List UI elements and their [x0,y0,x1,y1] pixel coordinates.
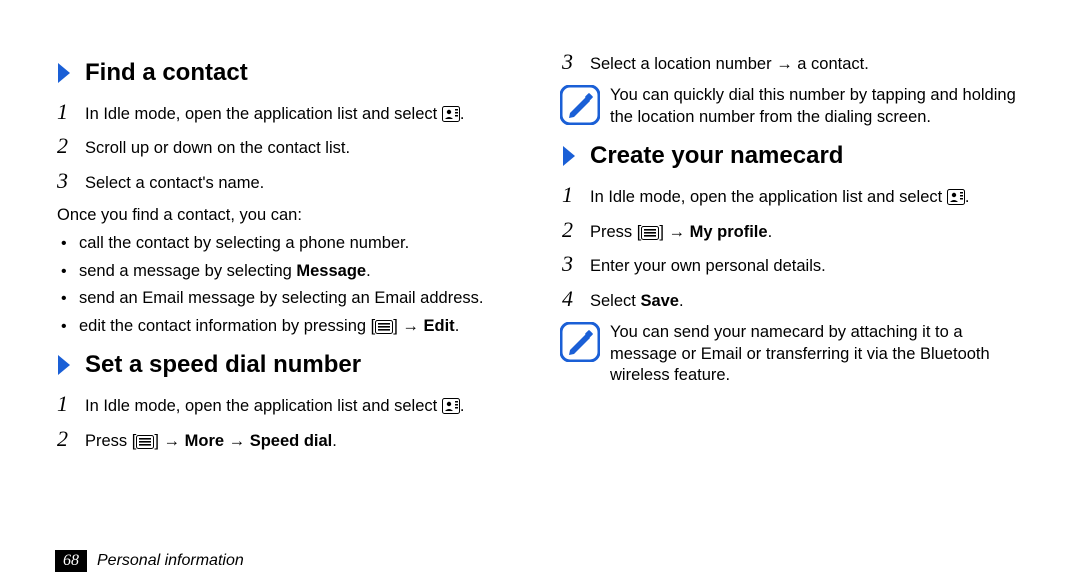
step-number: 3 [57,170,85,192]
step-1: 1 In Idle mode, open the application lis… [55,101,520,125]
text-run: ] → [154,432,184,450]
step-1r: 1 In Idle mode, open the application lis… [560,184,1025,208]
step-3r: 3 Select a location number → a contact. [560,51,1025,75]
text-run: In Idle mode, open the application list … [85,105,442,123]
chevron-icon [55,353,77,377]
heading-speed-dial: Set a speed dial number [55,351,520,379]
contacts-icon [947,189,965,205]
bold-text: Speed dial [250,432,333,450]
text-run: . [366,262,371,280]
chevron-icon [560,144,582,168]
step-text: Scroll up or down on the contact list. [85,138,350,159]
bullet-dot: • [61,290,79,308]
bullet: • call the contact by selecting a phone … [55,233,520,254]
text-run: . [455,317,460,335]
note-box: You can send your namecard by attaching … [560,322,1025,386]
step-number: 3 [562,51,590,73]
text-run: send a message by selecting [79,262,296,280]
section-title: Personal information [97,552,244,570]
text-run: edit the contact information by pressing… [79,317,375,335]
chevron-icon [55,61,77,85]
page-body: Find a contact 1 In Idle mode, open the … [0,0,1080,462]
bullet-text: send an Email message by selecting an Em… [79,288,483,309]
bold-text: My profile [690,223,768,241]
right-column: 3 Select a location number → a contact. … [560,45,1025,462]
step-number: 1 [57,101,85,123]
step-1b: 1 In Idle mode, open the application lis… [55,393,520,417]
step-3rr: 3 Enter your own personal details. [560,253,1025,277]
menu-icon [136,434,154,450]
text-run: Press [ [590,223,641,241]
bullet: • send an Email message by selecting an … [55,288,520,309]
text-run: . [332,432,337,450]
text-run: Press [ [85,432,136,450]
contacts-icon [442,106,460,122]
step-number: 4 [562,288,590,310]
bullet-dot: • [61,235,79,253]
bullet-text: send a message by selecting Message. [79,261,371,282]
step-number: 2 [57,428,85,450]
heading-namecard: Create your namecard [560,142,1025,170]
contacts-icon [442,398,460,414]
bullet-dot: • [61,263,79,281]
step-2b: 2 Press [ ] → More → Speed dial. [55,428,520,452]
step-2r: 2 Press [ ] → My profile. [560,219,1025,243]
left-column: Find a contact 1 In Idle mode, open the … [55,45,520,462]
note-text: You can quickly dial this number by tapp… [610,85,1025,128]
step-text: Press [ ] → More → Speed dial. [85,431,337,452]
step-number: 1 [57,393,85,415]
step-text: Select a location number → a contact. [590,54,869,75]
text-run: . [768,223,773,241]
step-text: In Idle mode, open the application list … [85,396,464,417]
text-run: → [224,432,250,450]
note-box: You can quickly dial this number by tapp… [560,85,1025,128]
step-text: Press [ ] → My profile. [590,222,772,243]
text-run: . [679,292,684,310]
page-number: 68 [55,550,87,572]
bullet: • edit the contact information by pressi… [55,316,520,337]
bullet-dot: • [61,318,79,336]
step-text: In Idle mode, open the application list … [85,104,464,125]
bold-text: More [185,432,224,450]
step-number: 3 [562,253,590,275]
bold-text: Edit [424,317,455,335]
text-run: ] → [659,223,689,241]
bold-text: Message [296,262,366,280]
step-2: 2 Scroll up or down on the contact list. [55,135,520,159]
step-text: Enter your own personal details. [590,256,826,277]
bullet-text: call the contact by selecting a phone nu… [79,233,409,254]
step-3: 3 Select a contact's name. [55,170,520,194]
menu-icon [375,319,393,335]
paragraph: Once you find a contact, you can: [57,206,520,225]
note-icon [560,322,600,362]
step-text: Select Save. [590,291,684,312]
heading-text: Find a contact [85,59,248,87]
step-text: In Idle mode, open the application list … [590,187,969,208]
bullet-text: edit the contact information by pressing… [79,316,459,337]
note-text: You can send your namecard by attaching … [610,322,1025,386]
step-number: 1 [562,184,590,206]
step-number: 2 [57,135,85,157]
text-run: In Idle mode, open the application list … [85,397,442,415]
menu-icon [641,225,659,241]
text-run: In Idle mode, open the application list … [590,188,947,206]
step-number: 2 [562,219,590,241]
bold-text: Save [640,292,679,310]
heading-text: Create your namecard [590,142,843,170]
text-run: ] → [393,317,423,335]
step-4r: 4 Select Save. [560,288,1025,312]
page-footer: 68 Personal information [55,550,244,572]
bullet: • send a message by selecting Message. [55,261,520,282]
text-run: Select [590,292,640,310]
heading-text: Set a speed dial number [85,351,361,379]
heading-find-contact: Find a contact [55,59,520,87]
step-text: Select a contact's name. [85,173,264,194]
note-icon [560,85,600,125]
